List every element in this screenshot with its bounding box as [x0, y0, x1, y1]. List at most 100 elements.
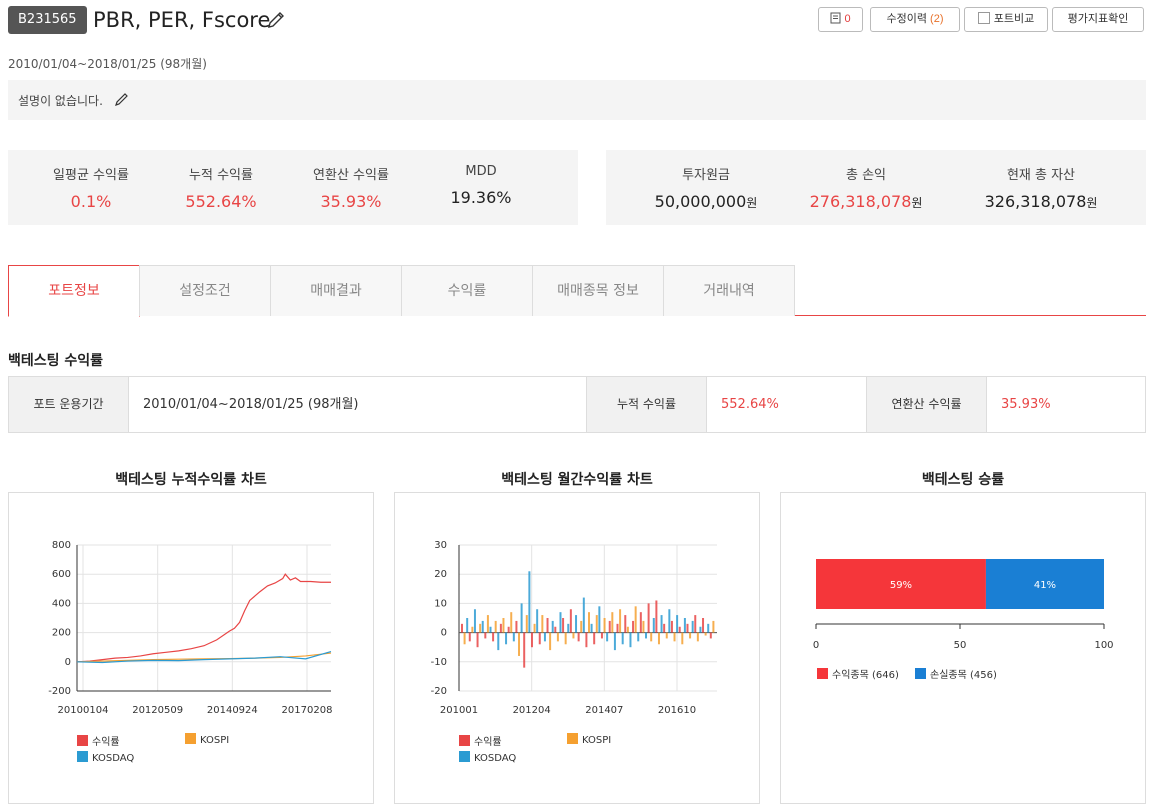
monthly-bar: [549, 632, 552, 651]
stat-label: 연환산 수익률: [313, 168, 389, 183]
legend-item: KOSDAQ: [459, 751, 516, 764]
monthly-bar: [619, 609, 622, 633]
monthly-bar: [520, 603, 523, 633]
stat-total-pnl: 총 손익 276,318,078원: [786, 150, 946, 211]
monthly-bar: [528, 571, 531, 633]
monthly-bar: [593, 632, 596, 645]
monthly-bar: [637, 632, 640, 642]
legend-swatch: [459, 735, 470, 746]
stat-value: 552.64%: [185, 192, 257, 211]
monthly-bar: [577, 632, 580, 642]
monthly-bar: [608, 620, 611, 633]
chart-title-winrate: 백테스팅 승률: [921, 472, 1005, 488]
x-tick-label: 201204: [513, 705, 551, 716]
monthly-bar: [712, 620, 715, 633]
monthly-bar: [572, 632, 575, 639]
legend-item: KOSDAQ: [77, 751, 134, 764]
monthly-bar: [621, 632, 624, 645]
tab-port-info[interactable]: 포트정보: [8, 265, 140, 317]
summary-annual-label: 연환산 수익률: [867, 377, 987, 432]
legend-label: KOSPI: [582, 735, 612, 746]
history-label: 수정이력: [886, 13, 927, 25]
monthly-bar: [626, 626, 629, 633]
tab-bar: 포트정보 설정조건 매매결과 수익률 매매종목 정보 거래내역: [8, 265, 1146, 317]
monthly-bar: [497, 632, 500, 651]
monthly-bar: [554, 626, 557, 633]
chart-title-cumulative: 백테스팅 누적수익률 차트: [115, 472, 267, 488]
x-tick-label: 50: [954, 640, 967, 651]
monthly-bar: [611, 612, 614, 633]
chart-title-monthly: 백테스팅 월간수익률 차트: [501, 472, 653, 488]
x-tick-label: 0: [813, 640, 819, 651]
series-line: [76, 573, 331, 663]
description-box: 설명이 없습니다.: [8, 80, 1146, 120]
stat-value: 276,318,078: [809, 192, 912, 211]
monthly-bar: [523, 632, 526, 668]
stat-cum-return: 누적 수익률 552.64%: [156, 150, 286, 211]
monthly-bar: [569, 609, 572, 633]
legend-label: KOSDAQ: [474, 753, 517, 764]
memo-button[interactable]: 0: [818, 7, 863, 32]
stat-unit: 원: [746, 196, 758, 210]
stat-daily-return: 일평균 수익률 0.1%: [26, 150, 156, 211]
stats-right-panel: 투자원금 50,000,000원 총 손익 276,318,078원 현재 총 …: [606, 150, 1146, 225]
eval-button[interactable]: 평가지표확인: [1052, 7, 1144, 32]
y-tick-label: 20: [434, 569, 447, 580]
legend-swatch: [915, 668, 926, 679]
monthly-bar: [461, 623, 463, 633]
x-tick-label: 201407: [585, 705, 623, 716]
monthly-bar: [507, 626, 510, 633]
monthly-bar: [489, 626, 492, 633]
monthly-bar: [559, 612, 562, 633]
tab-trade-history[interactable]: 거래내역: [663, 265, 795, 316]
monthly-bar: [486, 615, 489, 633]
legend-item: KOSPI: [185, 733, 229, 746]
tab-returns[interactable]: 수익률: [401, 265, 533, 316]
compare-checkbox[interactable]: [977, 12, 990, 24]
monthly-bar: [541, 615, 544, 633]
legend-swatch: [567, 733, 578, 744]
y-tick-label: 400: [52, 598, 71, 609]
monthly-bar: [515, 620, 518, 633]
history-button[interactable]: 수정이력 (2): [870, 7, 960, 32]
monthly-bar: [694, 615, 697, 633]
monthly-bar: [543, 632, 546, 642]
monthly-bar: [546, 618, 549, 633]
tab-settings[interactable]: 설정조건: [139, 265, 271, 316]
monthly-bar: [673, 632, 676, 642]
monthly-bar: [647, 603, 650, 633]
monthly-bar: [689, 632, 692, 639]
stat-label: MDD: [465, 164, 497, 179]
summary-table: 포트 운용기간 2010/01/04~2018/01/25 (98개월) 누적 …: [8, 376, 1146, 433]
y-tick-label: 10: [434, 598, 447, 609]
stat-label: 일평균 수익률: [53, 168, 129, 183]
monthly-bar: [696, 632, 699, 642]
monthly-bar: [484, 632, 487, 639]
summary-annual-value: 35.93%: [1001, 397, 1051, 412]
stat-value: 35.93%: [320, 192, 382, 211]
legend-label: 수익종목 (646): [832, 670, 899, 681]
stat-annual-return: 연환산 수익률 35.93%: [286, 150, 416, 211]
memo-count: 0: [844, 13, 851, 25]
monthly-bar: [567, 623, 570, 633]
stat-value: 0.1%: [70, 192, 112, 211]
compare-button[interactable]: 포트비교: [964, 7, 1048, 32]
tab-trade-results[interactable]: 매매결과: [270, 265, 402, 316]
pencil-icon[interactable]: [266, 10, 286, 30]
tab-stock-info[interactable]: 매매종목 정보: [532, 265, 664, 316]
monthly-bar: [683, 618, 686, 633]
monthly-bar: [530, 632, 533, 648]
x-tick-label: 20100104: [58, 705, 109, 716]
page-header: B231565 PBR, PER, Fscore 0 수정이력 (2) 포트비교…: [8, 6, 1146, 34]
monthly-bar: [655, 600, 658, 633]
monthly-bar: [600, 632, 603, 639]
stat-label: 현재 총 자산: [1006, 168, 1076, 183]
edit-description-icon[interactable]: [114, 91, 130, 107]
y-tick-label: -200: [48, 686, 71, 697]
monthly-bar: [645, 632, 648, 639]
stat-label: 투자원금: [682, 168, 730, 183]
description-text: 설명이 없습니다.: [18, 94, 103, 108]
monthly-bar: [634, 606, 637, 633]
monthly-bar: [575, 615, 578, 633]
monthly-bar: [556, 632, 559, 642]
